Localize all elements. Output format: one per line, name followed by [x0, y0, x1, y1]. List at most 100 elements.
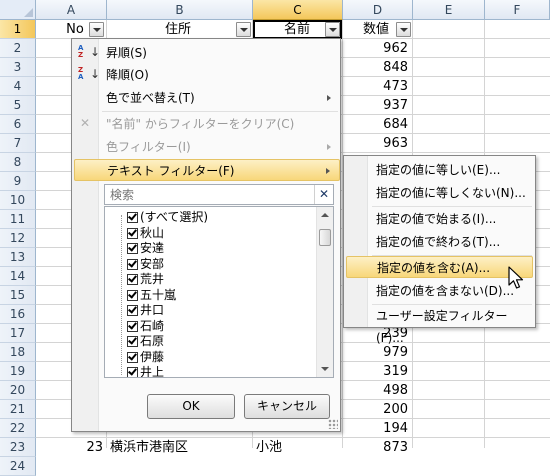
tree-connector — [121, 215, 123, 375]
filter-value-label: 石崎 — [140, 318, 165, 333]
checkbox[interactable] — [127, 243, 138, 254]
row-header[interactable]: 13 — [0, 248, 36, 267]
filter-not-contains-item[interactable]: 指定の値を含まない(D)... — [346, 280, 533, 302]
column-header-b[interactable]: B — [107, 0, 253, 20]
menu-separator — [102, 111, 338, 112]
row-header[interactable]: 18 — [0, 343, 36, 362]
clear-filter-label: "名前" からフィルターをクリア(C) — [106, 117, 295, 131]
row-header[interactable]: 3 — [0, 58, 36, 77]
checkbox[interactable] — [127, 320, 138, 332]
checkbox[interactable] — [127, 336, 138, 347]
row-header[interactable]: 11 — [0, 210, 36, 229]
value-cell[interactable]: 848 — [343, 58, 410, 77]
clear-filter-item[interactable]: ✕ "名前" からフィルターをクリア(C) — [74, 113, 340, 135]
filter-dropdown-button-d[interactable] — [396, 22, 411, 37]
color-filter-item[interactable]: 色フィルター(I) — [74, 136, 340, 158]
list-scrollbar[interactable] — [316, 207, 333, 377]
checkbox[interactable] — [127, 305, 138, 316]
row-header[interactable]: 4 — [0, 77, 36, 96]
column-header-c[interactable]: C — [253, 0, 343, 20]
row-header[interactable]: 20 — [0, 381, 36, 400]
filter-dropdown-button-b[interactable] — [236, 22, 251, 37]
value-cell[interactable]: 962 — [343, 39, 410, 58]
row-header[interactable]: 2 — [0, 39, 36, 58]
checkbox[interactable] — [127, 258, 138, 270]
select-all-corner[interactable] — [0, 0, 36, 20]
row-header[interactable]: 19 — [0, 362, 36, 381]
sort-descending-item[interactable]: Z A ↓ 降順(O) — [74, 64, 340, 86]
row-header[interactable]: 1 — [0, 20, 36, 39]
filter-value-label: 石原 — [140, 334, 165, 348]
value-cell[interactable]: 937 — [343, 96, 410, 115]
search-input[interactable] — [107, 186, 313, 203]
column-header-e[interactable]: E — [413, 0, 485, 20]
filter-value-list[interactable]: (すべて選択)秋山安達安部荒井五十嵐井口石崎石原伊藤井上岩瀬 — [104, 206, 334, 378]
filter-value-label: 伊藤 — [140, 349, 165, 364]
filter-dropdown-button-a[interactable] — [89, 22, 104, 37]
checkbox[interactable] — [127, 367, 138, 377]
filter-value-label: 井上 — [140, 365, 165, 378]
row-header[interactable]: 14 — [0, 267, 36, 286]
row-header[interactable]: 17 — [0, 324, 36, 343]
column-header-f[interactable]: F — [485, 0, 550, 20]
filter-value-label: 安部 — [140, 256, 165, 271]
row-header[interactable]: 5 — [0, 96, 36, 115]
row-header[interactable]: 12 — [0, 229, 36, 248]
row-header[interactable]: 7 — [0, 134, 36, 153]
filter-contains-item[interactable]: 指定の値を含む(A)... — [346, 256, 533, 278]
search-box[interactable]: ✕ — [104, 184, 334, 205]
row-header[interactable]: 6 — [0, 115, 36, 134]
filter-value-label: 五十嵐 — [140, 287, 177, 302]
filter-equals-item[interactable]: 指定の値に等しい(E)... — [346, 159, 533, 181]
value-cell[interactable]: 684 — [343, 115, 410, 134]
filter-not-equals-item[interactable]: 指定の値に等しくない(N)... — [346, 182, 533, 204]
checkbox[interactable] — [127, 274, 138, 285]
resize-grip-icon[interactable] — [328, 419, 338, 429]
value-cell[interactable]: 319 — [343, 362, 410, 381]
column-header-a[interactable]: A — [36, 0, 107, 20]
row-header[interactable]: 24 — [0, 457, 36, 476]
sort-by-color-item[interactable]: 色で並べ替え(T) — [74, 87, 340, 109]
row-header[interactable]: 8 — [0, 153, 36, 172]
header-cell-no[interactable]: No — [62, 20, 88, 39]
filter-value-label: 井口 — [140, 303, 165, 317]
checkbox[interactable] — [127, 212, 138, 223]
header-cell-address[interactable]: 住所 — [165, 20, 205, 39]
checkbox[interactable] — [127, 289, 138, 301]
filter-dropdown-button-c[interactable] — [325, 22, 340, 37]
filter-begins-with-item[interactable]: 指定の値で始まる(I)... — [346, 208, 533, 230]
value-cell[interactable]: 194 — [343, 419, 410, 438]
value-cell[interactable]: 963 — [343, 134, 410, 153]
row-header[interactable]: 22 — [0, 419, 36, 438]
row-header[interactable]: 15 — [0, 286, 36, 305]
row-header[interactable]: 10 — [0, 191, 36, 210]
sort-by-color-label: 色で並べ替え(T) — [106, 91, 195, 105]
header-cell-name[interactable]: 名前 — [284, 20, 324, 39]
color-filter-label: 色フィルター(I) — [106, 140, 191, 154]
value-cell[interactable]: 473 — [343, 77, 410, 96]
text-filter-submenu: 指定の値に等しい(E)... 指定の値に等しくない(N)... 指定の値で始まる… — [343, 155, 536, 345]
checkbox[interactable] — [127, 227, 138, 239]
sort-ascending-item[interactable]: A Z ↓ 昇順(S) — [74, 42, 340, 64]
custom-filter-item[interactable]: ユーザー設定フィルター(F)... — [346, 305, 533, 345]
value-cell[interactable]: 498 — [343, 381, 410, 400]
filter-ends-with-item[interactable]: 指定の値で終わる(T)... — [346, 231, 533, 253]
row-header[interactable]: 9 — [0, 172, 36, 191]
value-cell[interactable]: 200 — [343, 400, 410, 419]
row-header[interactable]: 16 — [0, 305, 36, 324]
sort-ascending-label: 昇順(S) — [106, 46, 147, 60]
scroll-down-icon[interactable] — [317, 361, 333, 377]
cancel-button[interactable]: キャンセル — [244, 394, 330, 419]
column-header-d[interactable]: D — [343, 0, 413, 20]
sort-descending-label: 降順(O) — [106, 68, 149, 82]
search-clear-icon[interactable]: ✕ — [314, 185, 333, 204]
scroll-thumb[interactable] — [319, 229, 331, 246]
filter-value-label: 荒井 — [140, 272, 165, 286]
text-filter-item[interactable]: テキスト フィルター(F) — [74, 159, 340, 181]
ok-button[interactable]: OK — [147, 394, 235, 419]
scroll-up-icon[interactable] — [317, 207, 333, 223]
row-header[interactable]: 21 — [0, 400, 36, 419]
submenu-separator — [372, 206, 532, 207]
filter-value-label: (すべて選択) — [140, 210, 209, 224]
checkbox[interactable] — [127, 351, 138, 363]
